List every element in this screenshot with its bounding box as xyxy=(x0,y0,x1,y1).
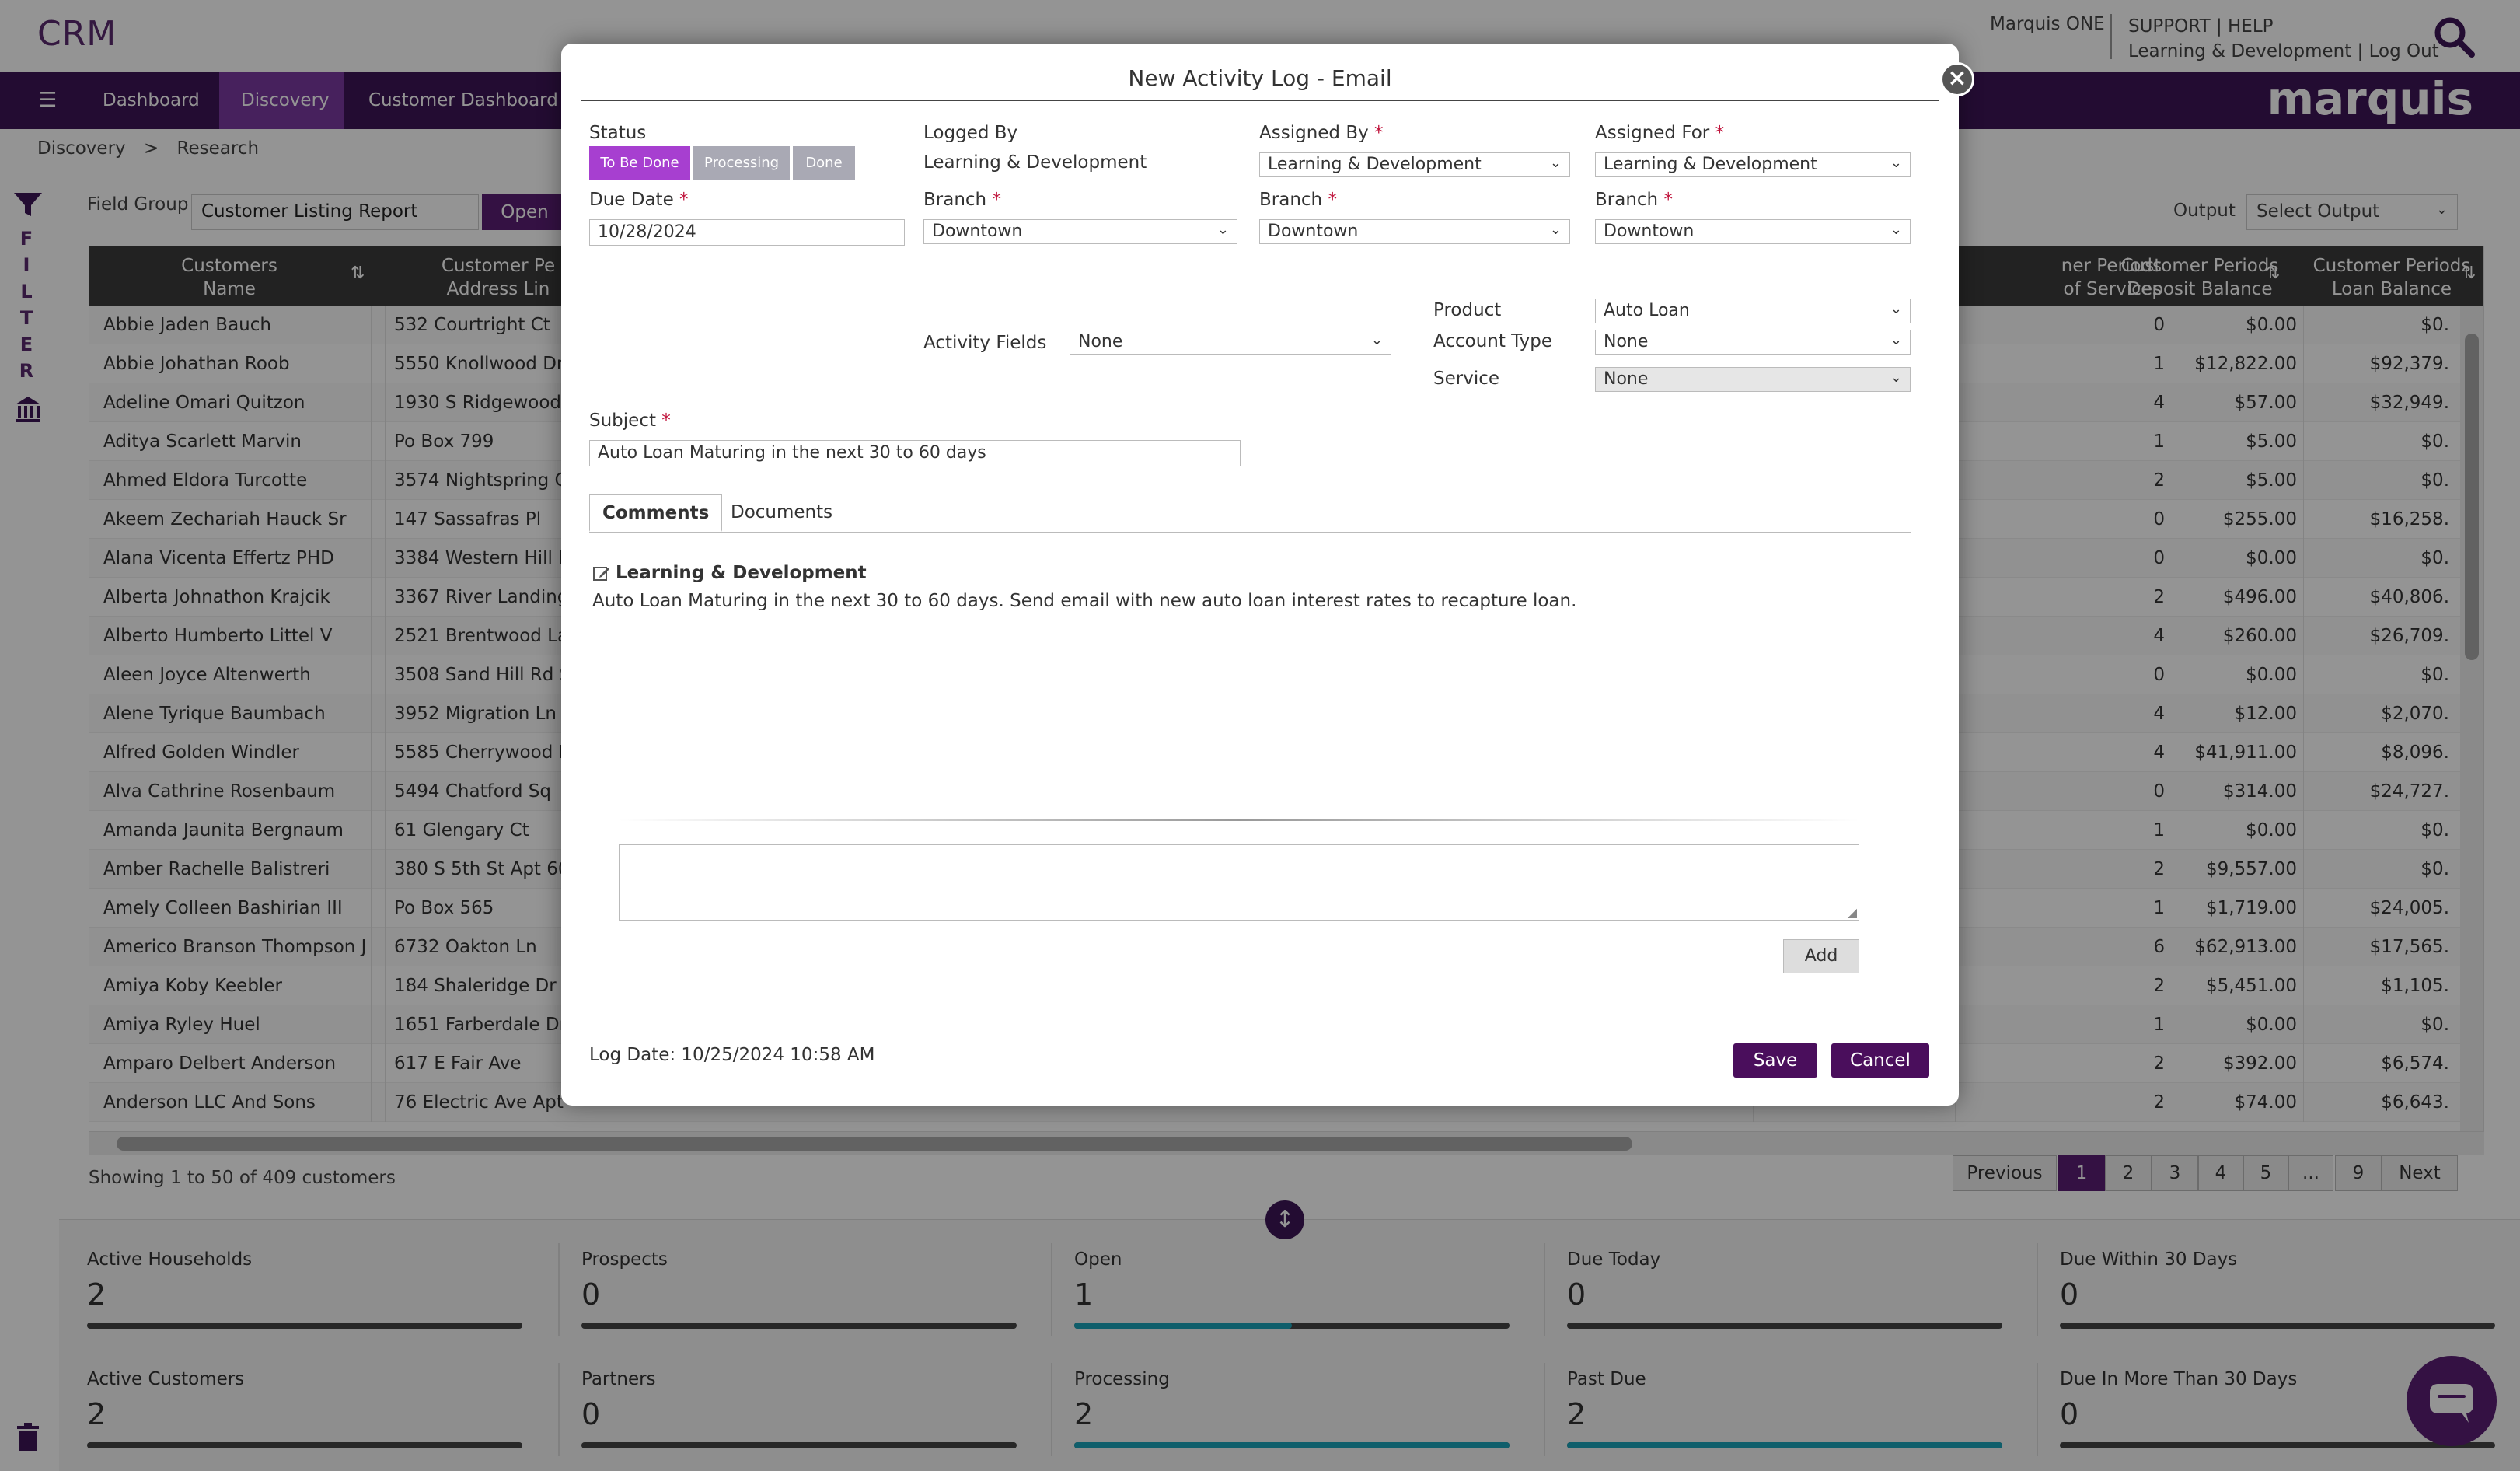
required-mark: * xyxy=(1374,123,1384,143)
status-label: Status xyxy=(589,123,647,143)
chevron-down-icon: ⌄ xyxy=(1216,222,1229,238)
required-mark: * xyxy=(1715,123,1725,143)
assigned-for-text: Assigned For xyxy=(1595,123,1710,143)
due-date-label: Due Date * xyxy=(589,190,689,210)
activity-fields-label: Activity Fields xyxy=(923,333,1047,353)
product-value: Auto Loan xyxy=(1604,301,1690,320)
activity-fields-value: None xyxy=(1078,332,1123,351)
account-type-select[interactable]: None ⌄ xyxy=(1595,330,1911,355)
required-mark: * xyxy=(661,411,671,431)
modal-title: New Activity Log - Email xyxy=(1128,65,1392,91)
service-label: Service xyxy=(1433,369,1500,389)
branch-value: Downtown xyxy=(932,222,1023,241)
assigned-by-select[interactable]: Learning & Development ⌄ xyxy=(1259,152,1570,177)
activity-fields-select[interactable]: None ⌄ xyxy=(1070,330,1391,355)
logged-by-value: Learning & Development xyxy=(923,152,1147,173)
product-select[interactable]: Auto Loan ⌄ xyxy=(1595,299,1911,323)
required-mark: * xyxy=(1663,190,1673,210)
status-to-be-done[interactable]: To Be Done xyxy=(589,146,690,180)
required-mark: * xyxy=(1328,190,1337,210)
comment-author: Learning & Development xyxy=(616,563,867,583)
branch-label-1: Branch * xyxy=(923,190,1001,210)
tab-documents[interactable]: Documents xyxy=(718,494,845,532)
assigned-for-branch-select[interactable]: Downtown ⌄ xyxy=(1595,219,1911,244)
branch-text: Branch xyxy=(923,190,987,210)
assigned-by-value: Learning & Development xyxy=(1268,155,1482,174)
service-select[interactable]: None ⌄ xyxy=(1595,367,1911,392)
due-date-input[interactable]: 10/28/2024 xyxy=(589,219,905,246)
branch-label-3: Branch * xyxy=(1595,190,1673,210)
assigned-by-text: Assigned By xyxy=(1259,123,1369,143)
status-processing[interactable]: Processing xyxy=(693,146,790,180)
chevron-down-icon: ⌄ xyxy=(1890,301,1902,317)
required-mark: * xyxy=(992,190,1001,210)
tab-strip-line xyxy=(589,532,1911,533)
required-mark: * xyxy=(679,190,689,210)
resize-handle-icon[interactable]: ◢ xyxy=(1848,905,1857,920)
add-comment-button[interactable]: Add xyxy=(1783,939,1859,973)
comment-textarea[interactable]: ◢ xyxy=(619,844,1859,921)
branch-text: Branch xyxy=(1595,190,1659,210)
chevron-down-icon: ⌄ xyxy=(1549,222,1562,238)
branch-value: Downtown xyxy=(1604,222,1695,241)
chevron-down-icon: ⌄ xyxy=(1890,369,1902,386)
chevron-down-icon: ⌄ xyxy=(1890,222,1902,238)
assigned-for-label: Assigned For * xyxy=(1595,123,1724,143)
title-divider xyxy=(581,100,1939,101)
comment-text: Auto Loan Maturing in the next 30 to 60 … xyxy=(592,591,1577,611)
chevron-down-icon: ⌄ xyxy=(1890,155,1902,171)
comment-divider xyxy=(619,819,1859,821)
subject-input[interactable]: Auto Loan Maturing in the next 30 to 60 … xyxy=(589,440,1241,466)
account-type-value: None xyxy=(1604,332,1649,351)
assigned-for-value: Learning & Development xyxy=(1604,155,1817,174)
chevron-down-icon: ⌄ xyxy=(1549,155,1562,171)
account-type-label: Account Type xyxy=(1433,331,1553,351)
due-date-text: Due Date xyxy=(589,190,674,210)
product-label: Product xyxy=(1433,300,1502,320)
subject-label: Subject * xyxy=(589,411,671,431)
edit-icon[interactable] xyxy=(592,564,611,583)
subject-text: Subject xyxy=(589,411,656,431)
status-done[interactable]: Done xyxy=(793,146,855,180)
chevron-down-icon: ⌄ xyxy=(1370,332,1383,348)
close-icon[interactable]: × xyxy=(1940,62,1974,96)
logged-by-branch-select[interactable]: Downtown ⌄ xyxy=(923,219,1237,244)
assigned-for-select[interactable]: Learning & Development ⌄ xyxy=(1595,152,1911,177)
branch-text: Branch xyxy=(1259,190,1323,210)
activity-log-modal: New Activity Log - Email × Status To Be … xyxy=(561,44,1974,1106)
tab-comments[interactable]: Comments xyxy=(589,494,723,532)
assigned-by-label: Assigned By * xyxy=(1259,123,1384,143)
logged-by-label: Logged By xyxy=(923,123,1018,143)
service-value: None xyxy=(1604,369,1649,389)
branch-label-2: Branch * xyxy=(1259,190,1337,210)
chevron-down-icon: ⌄ xyxy=(1890,332,1902,348)
cancel-button[interactable]: Cancel xyxy=(1831,1043,1929,1078)
branch-value: Downtown xyxy=(1268,222,1359,241)
log-date: Log Date: 10/25/2024 10:58 AM xyxy=(589,1045,875,1065)
save-button[interactable]: Save xyxy=(1733,1043,1817,1078)
assigned-by-branch-select[interactable]: Downtown ⌄ xyxy=(1259,219,1570,244)
